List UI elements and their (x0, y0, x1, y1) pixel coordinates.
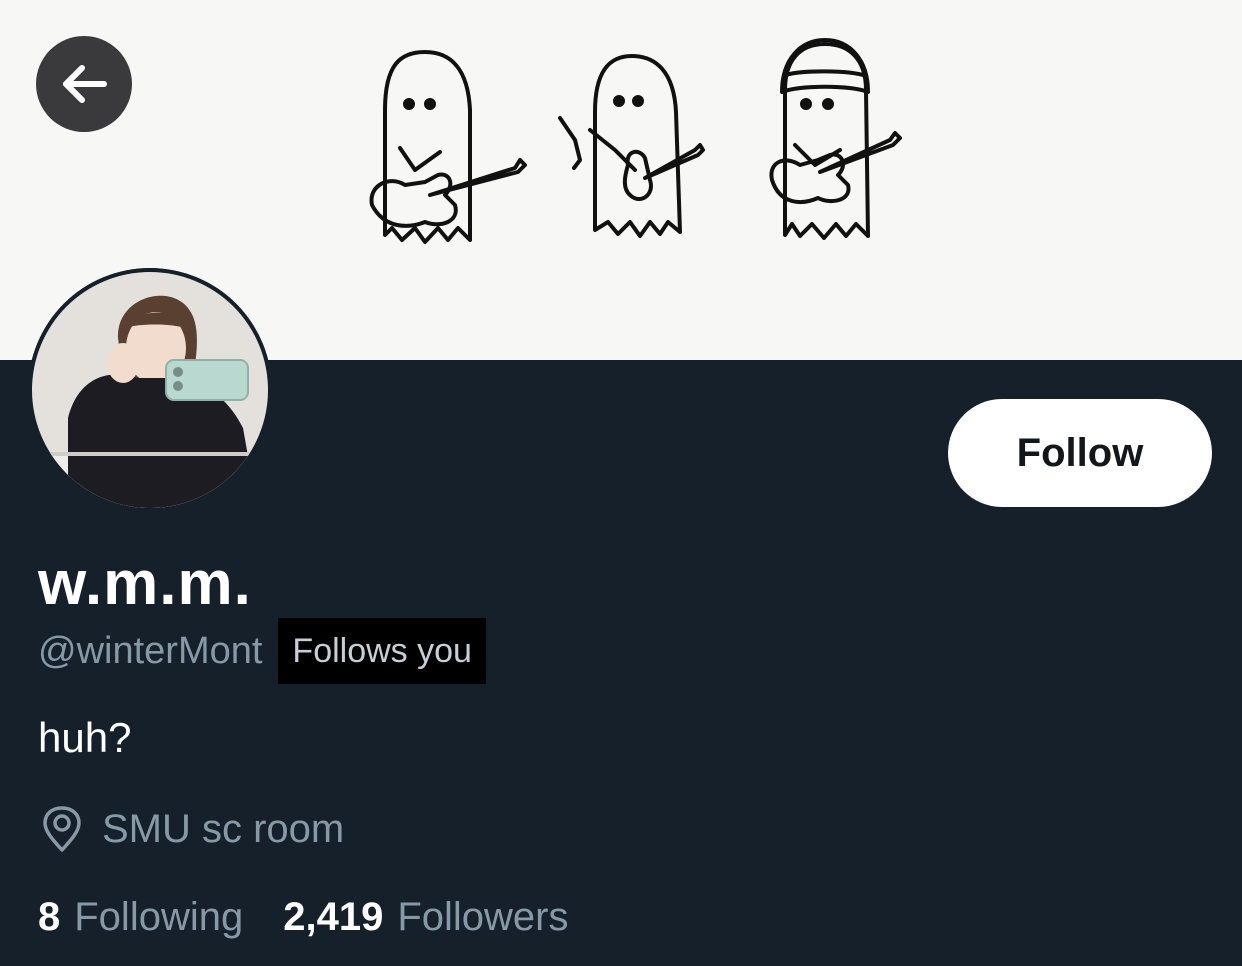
following-count: 8 (38, 894, 61, 939)
display-name: w.m.m. (38, 549, 252, 618)
arrow-left-icon (63, 65, 107, 103)
followers-label: Followers (397, 894, 569, 939)
stats-row: 8 Following 2,419 Followers (38, 890, 568, 944)
follow-button[interactable]: Follow (948, 399, 1212, 507)
location-text: SMU sc room (102, 806, 345, 851)
location-row: SMU sc room (40, 802, 344, 856)
avatar-photo (28, 268, 272, 512)
followers-count: 2,419 (283, 894, 384, 939)
follows-you-badge: Follows you (278, 618, 486, 684)
avatar[interactable] (28, 268, 272, 512)
profile-bio: huh? (38, 714, 132, 761)
profile-page: Follow w.m.m. @winterMont Follows you hu… (0, 0, 1242, 966)
following-label: Following (74, 894, 244, 939)
back-button[interactable] (36, 36, 132, 132)
following-stat[interactable]: 8 Following (38, 895, 243, 940)
location-pin-icon (43, 806, 81, 852)
followers-stat[interactable]: 2,419 Followers (283, 895, 568, 940)
user-handle: @winterMont (38, 629, 263, 672)
handle-row: @winterMont Follows you (38, 618, 486, 684)
